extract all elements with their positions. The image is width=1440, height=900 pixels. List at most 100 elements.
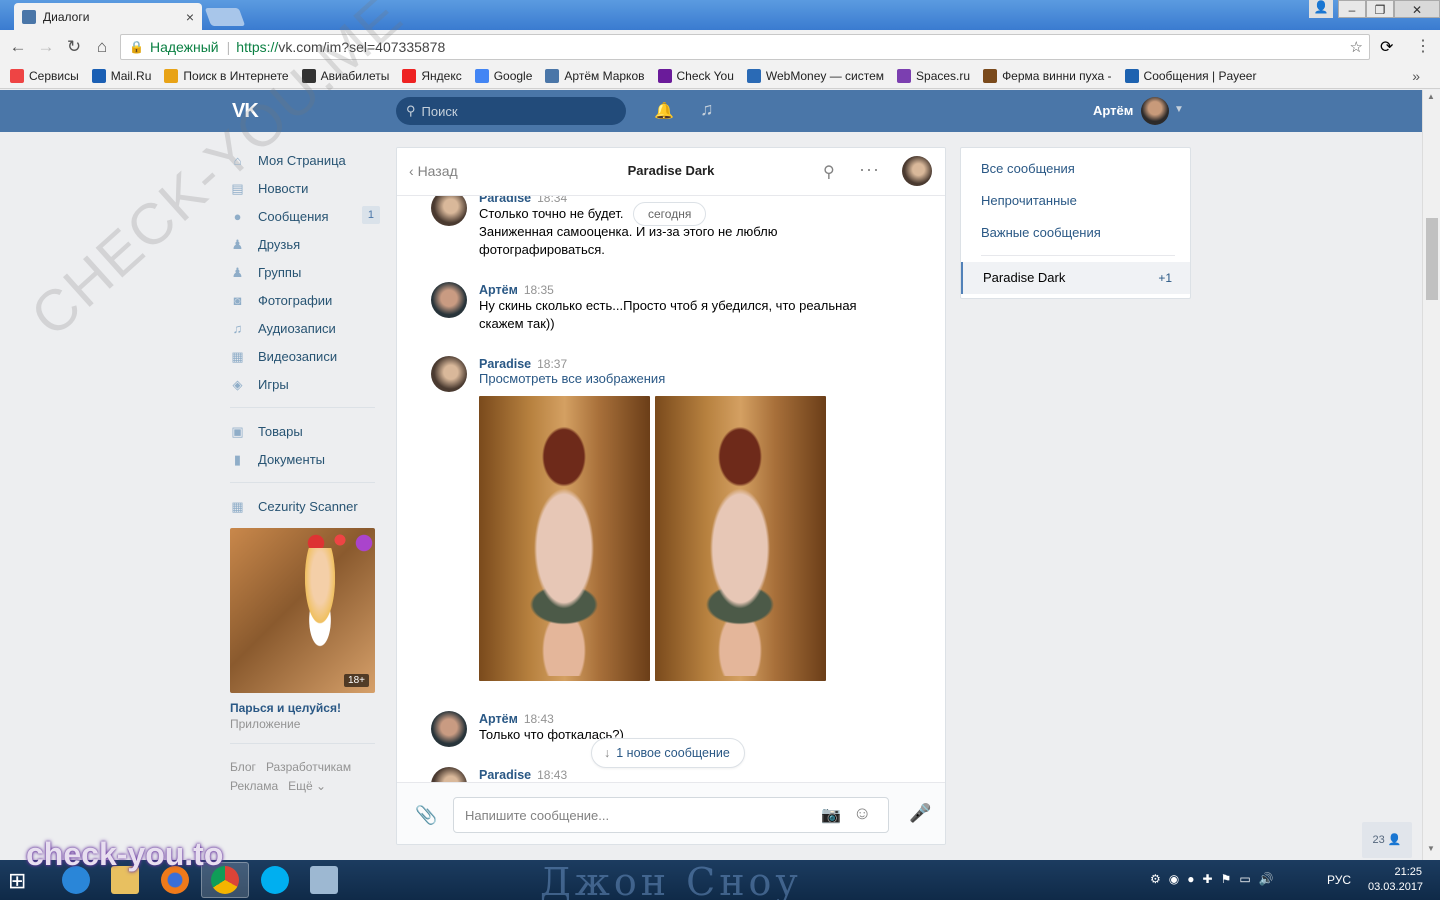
taskbar-chrome[interactable] [201, 862, 249, 898]
bookmark-item[interactable]: Сообщения | Payeer [1124, 69, 1256, 83]
ad-title[interactable]: Парься и целуйся! [230, 701, 375, 715]
ad-block[interactable]: 18+ Парься и целуйся! Приложение [230, 528, 375, 731]
footer-link[interactable]: Ещё ⌄ [288, 779, 326, 793]
bookmark-item[interactable]: Авиабилеты [301, 69, 389, 83]
attach-paperclip-icon[interactable]: 📎 [415, 805, 437, 826]
page-scrollbar[interactable]: ▲ ▼ [1422, 90, 1440, 860]
tray-icon[interactable]: ● [1187, 872, 1194, 886]
view-all-images-link[interactable]: Просмотреть все изображения [479, 371, 911, 386]
close-window-icon[interactable]: ✕ [1394, 0, 1440, 18]
browser-tab[interactable]: Диалоги × [14, 3, 202, 30]
sidebar-item[interactable]: ● Сообщения 1 [230, 202, 380, 230]
scroll-up-icon[interactable]: ▲ [1427, 92, 1435, 101]
bookmark-item[interactable]: Spaces.ru [897, 69, 970, 83]
scroll-down-icon[interactable]: ▼ [1427, 844, 1435, 853]
bookmark-item[interactable]: WebMoney — систем [746, 69, 884, 83]
music-icon[interactable]: ♫ [700, 99, 714, 120]
forward-arrow-icon[interactable]: → [32, 37, 60, 57]
language-indicator[interactable]: РУС [1327, 873, 1351, 887]
sidebar-item[interactable]: ▦ Видеозаписи [230, 342, 380, 370]
filter-unread[interactable]: Непрочитанные [961, 185, 1190, 217]
home-icon[interactable]: ⌂ [88, 37, 116, 57]
ad-image[interactable]: 18+ [230, 528, 375, 693]
bookmark-item[interactable]: Сервисы [10, 69, 79, 83]
footer-link[interactable]: Реклама [230, 779, 278, 793]
bookmark-item[interactable]: Ферма винни пуха - [983, 69, 1112, 83]
sidebar-item[interactable]: ▤ Новости [230, 174, 380, 202]
bookmarks-overflow-icon[interactable]: » [1412, 68, 1420, 84]
avatar[interactable] [431, 356, 467, 392]
sidebar-item[interactable]: ▣ Товары [230, 417, 380, 445]
windows-start-icon[interactable]: ⊞ [8, 868, 38, 894]
taskbar-app[interactable] [300, 862, 348, 898]
photo-attachment[interactable] [655, 396, 826, 681]
chat-avatar[interactable] [902, 156, 932, 186]
sidebar-item[interactable]: ♟ Группы [230, 258, 380, 286]
camera-icon[interactable]: 📷 [821, 805, 841, 825]
header-avatar[interactable] [1141, 97, 1169, 125]
tray-icon[interactable]: ✚ [1203, 872, 1213, 886]
emoji-smile-icon[interactable]: ☺ [853, 803, 871, 824]
bookmark-item[interactable]: Артём Марков [545, 69, 645, 83]
bookmark-item[interactable]: Яндекс [402, 69, 462, 83]
bookmark-item[interactable]: Check You [657, 69, 734, 83]
more-dots-icon[interactable]: ··· [859, 159, 880, 180]
browser-menu-icon[interactable]: ⋮ [1415, 36, 1431, 56]
restore-icon[interactable]: ❐ [1366, 0, 1394, 18]
chevron-down-icon[interactable]: ▼ [1174, 104, 1184, 115]
tray-icon[interactable]: ⚙ [1150, 872, 1161, 886]
vk-search-input[interactable]: ⚲ Поиск [396, 97, 626, 125]
avatar[interactable] [431, 196, 467, 226]
bookmark-item[interactable]: Google [474, 69, 532, 83]
active-dialog-item[interactable]: Paradise Dark +1 [961, 262, 1190, 294]
sidebar-item[interactable]: ♟ Друзья [230, 230, 380, 258]
filter-all-messages[interactable]: Все сообщения [961, 153, 1190, 185]
avatar[interactable] [431, 711, 467, 747]
bookmark-star-icon[interactable]: ☆ [1350, 38, 1363, 56]
message-author[interactable]: Артём [479, 712, 518, 726]
sidebar-item[interactable]: ◈ Игры [230, 370, 380, 398]
bookmark-item[interactable]: Поиск в Интернете [164, 69, 289, 83]
avatar[interactable] [431, 767, 467, 782]
sidebar-item[interactable]: ◙ Фотографии [230, 286, 380, 314]
notifications-bell-icon[interactable]: 🔔 [654, 101, 674, 121]
new-message-button[interactable]: ↓ 1 новое сообщение [591, 738, 745, 768]
search-icon[interactable]: ⚲ [823, 162, 835, 182]
browser-profile-icon[interactable]: 👤 [1309, 0, 1333, 18]
back-arrow-icon[interactable]: ← [4, 37, 32, 57]
taskbar-ie[interactable] [52, 862, 100, 898]
reload-icon[interactable]: ↻ [60, 37, 88, 57]
microphone-icon[interactable]: 🎤 [909, 803, 931, 824]
header-user-name[interactable]: Артём [1093, 103, 1133, 118]
taskbar-firefox[interactable] [151, 862, 199, 898]
sidebar-item[interactable]: ♫ Аудиозаписи [230, 314, 380, 342]
message-author[interactable]: Paradise [479, 357, 531, 371]
tab-close-icon[interactable]: × [186, 9, 194, 25]
extension-icon[interactable]: ⟳ [1380, 37, 1393, 57]
message-author[interactable]: Paradise [479, 768, 531, 782]
avatar[interactable] [431, 282, 467, 318]
sidebar-item[interactable]: ⌂ Моя Страница [230, 146, 380, 174]
sidebar-item[interactable]: ▮ Документы [230, 445, 380, 473]
friends-online-button[interactable]: 23 👤 [1362, 822, 1412, 858]
scrollbar-thumb[interactable] [1426, 218, 1438, 300]
footer-link[interactable]: Блог [230, 760, 256, 774]
system-clock[interactable]: 21:25 03.03.2017 [1368, 865, 1423, 895]
steam-icon[interactable]: ◉ [1169, 872, 1179, 886]
sidebar-item[interactable]: ▦ Cezurity Scanner [230, 492, 380, 520]
taskbar-skype[interactable] [251, 862, 299, 898]
filter-important[interactable]: Важные сообщения [961, 217, 1190, 249]
message-author[interactable]: Paradise [479, 196, 531, 205]
flag-icon[interactable]: ⚑ [1221, 872, 1232, 886]
message-author[interactable]: Артём [479, 283, 518, 297]
taskbar-explorer[interactable] [101, 862, 149, 898]
new-tab-button[interactable] [204, 8, 246, 26]
network-icon[interactable]: ▭ [1239, 872, 1250, 886]
bookmark-item[interactable]: Mail.Ru [91, 69, 151, 83]
footer-link[interactable]: Разработчикам [266, 760, 351, 774]
message-history[interactable]: Paradise 18:34 Столько точно не будет. За… [397, 196, 945, 782]
vk-logo-icon[interactable]: VK [232, 100, 259, 123]
volume-icon[interactable]: 🔊 [1259, 872, 1274, 886]
photo-attachment[interactable] [479, 396, 650, 681]
minimize-icon[interactable]: – [1338, 0, 1366, 18]
